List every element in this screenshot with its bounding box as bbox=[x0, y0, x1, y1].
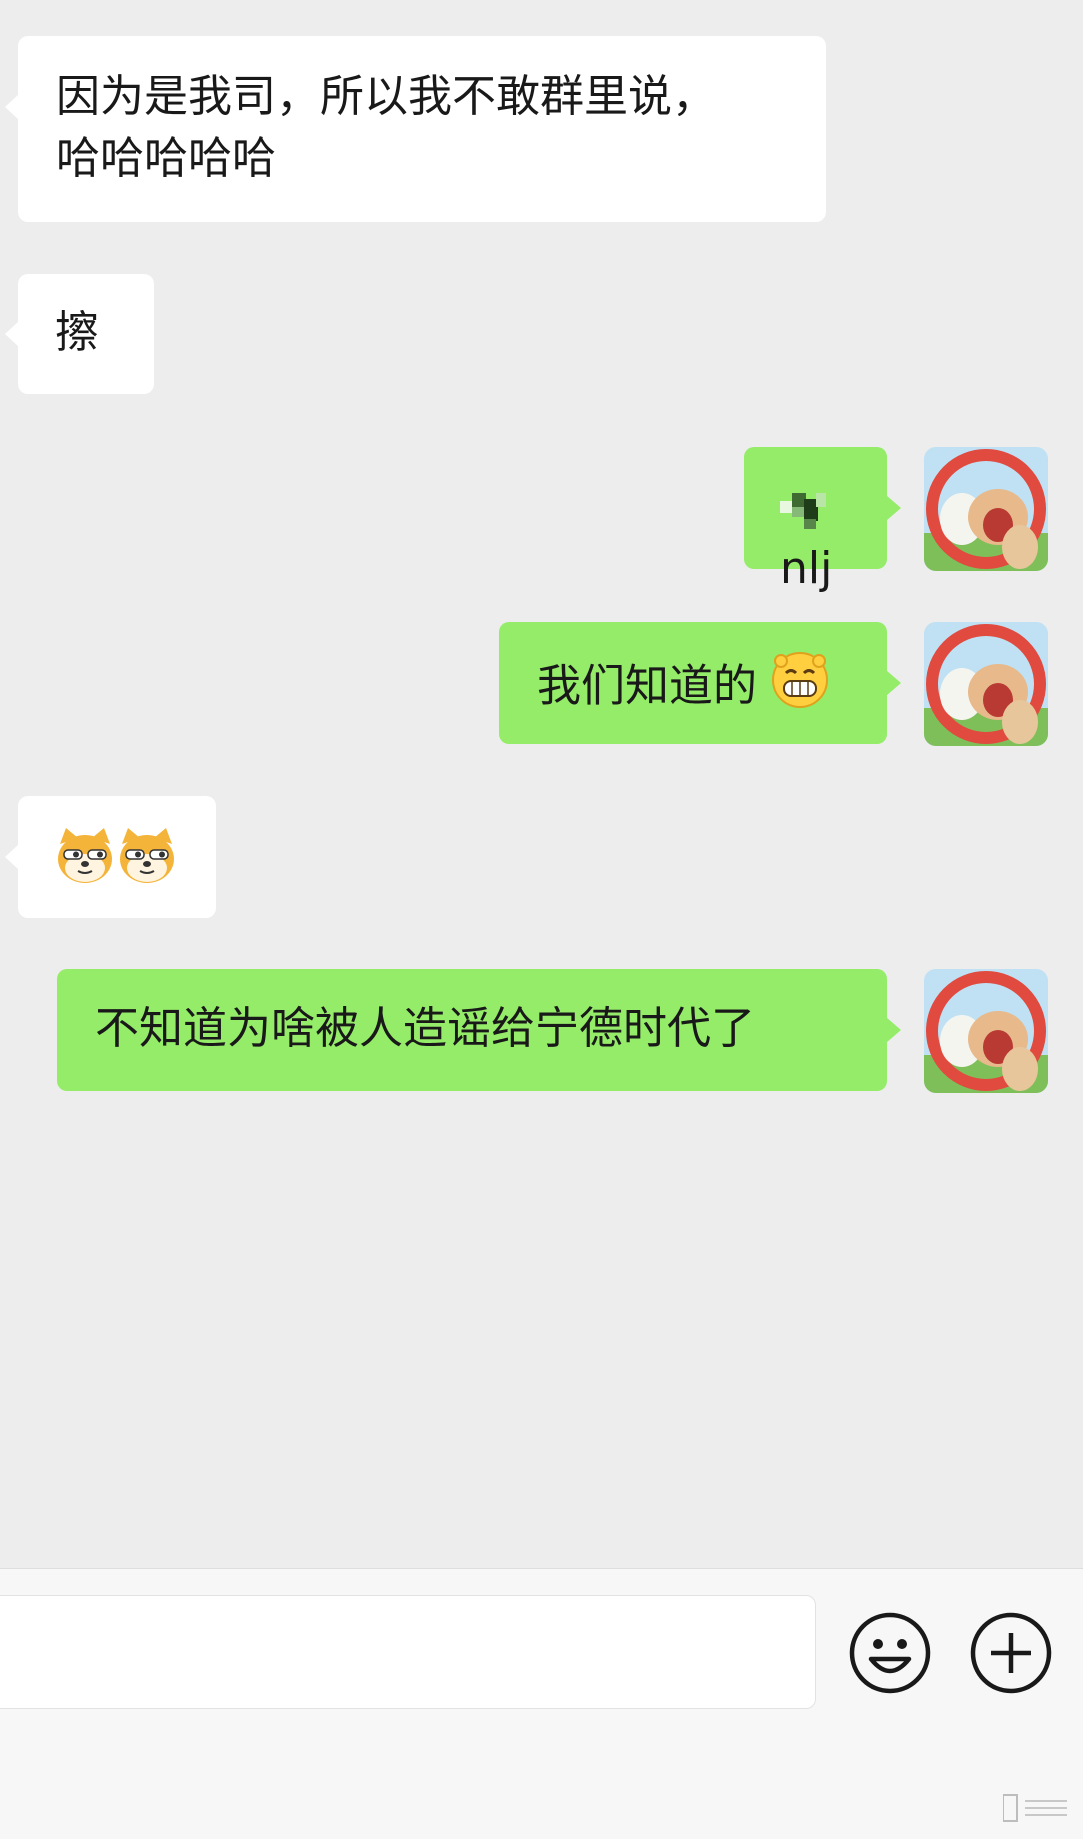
message-bubble-incoming[interactable]: 擦 bbox=[18, 274, 154, 394]
watermark-mark-icon bbox=[1002, 1793, 1069, 1823]
message-bubble-outgoing[interactable]: 不知道为啥被人造谣给宁德时代了 bbox=[57, 969, 887, 1091]
message-bubble-incoming[interactable]: 因为是我司，所以我不敢群里说， 哈哈哈哈哈 bbox=[5, 36, 826, 222]
doge-emoji-icon bbox=[116, 826, 178, 903]
avatar[interactable] bbox=[924, 622, 1048, 746]
smiley-face-icon[interactable] bbox=[848, 1611, 932, 1695]
chat-message-list: 因为是我司，所以我不敢群里说， 哈哈哈哈哈 擦 nlj 我们知道的 不知道为啥被… bbox=[0, 0, 1083, 1568]
message-input[interactable] bbox=[0, 1595, 816, 1709]
message-text: 擦 bbox=[55, 307, 99, 358]
message-bubble-incoming[interactable] bbox=[18, 796, 216, 918]
message-text-line: 因为是我司，所以我不敢群里说， bbox=[56, 71, 716, 122]
message-bubble-outgoing[interactable]: 我们知道的 bbox=[499, 622, 887, 744]
doge-emoji-icon bbox=[54, 826, 116, 903]
avatar[interactable] bbox=[924, 447, 1048, 571]
message-text: 我们知道的 bbox=[537, 660, 757, 712]
chat-input-bar bbox=[0, 1568, 1083, 1839]
message-text: nlj bbox=[780, 543, 833, 594]
plus-circle-icon[interactable] bbox=[969, 1611, 1053, 1695]
redacted-mosaic bbox=[780, 489, 826, 529]
message-text: 不知道为啥被人造谣给宁德时代了 bbox=[95, 1003, 755, 1054]
grin-emoji-icon bbox=[771, 651, 829, 726]
message-text-line: 哈哈哈哈哈 bbox=[56, 133, 276, 184]
message-bubble-outgoing[interactable]: nlj bbox=[744, 447, 887, 594]
avatar[interactable] bbox=[924, 969, 1048, 1093]
